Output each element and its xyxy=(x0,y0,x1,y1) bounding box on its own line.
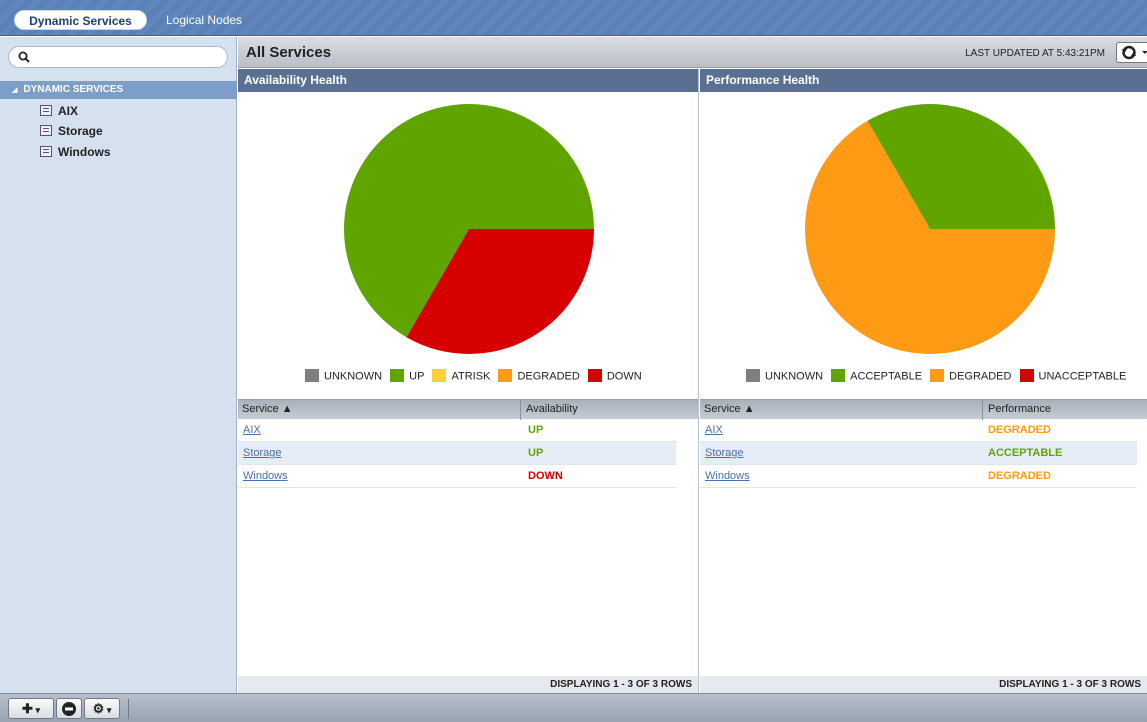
tree-root-dynamic-services[interactable]: ◢ DYNAMIC SERVICES xyxy=(0,81,237,99)
gear-icon: ⚙ xyxy=(92,701,105,716)
legend-label: DOWN xyxy=(606,370,642,383)
legend-label: UNACCEPTABLE xyxy=(1038,370,1127,383)
availability-pie-chart xyxy=(344,104,594,354)
service-link-storage[interactable]: Storage xyxy=(705,442,744,465)
refresh-icon xyxy=(1122,45,1147,60)
row-count-footer: DISPLAYING 1 - 3 OF 3 ROWS xyxy=(238,676,698,693)
table-row: Storage ACCEPTABLE xyxy=(700,442,1137,465)
table-header: Service ▲ Availability xyxy=(238,399,698,420)
availability-panel-title: Availability Health xyxy=(238,69,698,92)
service-link-aix[interactable]: AIX xyxy=(243,419,261,442)
service-link-windows[interactable]: Windows xyxy=(243,465,288,488)
legend-item-atrisk: ATRISK xyxy=(432,369,491,383)
legend-swatch xyxy=(498,369,513,382)
legend-swatch xyxy=(432,369,447,382)
remove-button[interactable] xyxy=(56,698,82,719)
legend-item-up: UP xyxy=(390,369,425,383)
legend-label: DEGRADED xyxy=(517,370,580,383)
availability-table: Service ▲ Availability AIX UP Storage UP… xyxy=(238,399,698,488)
sidebar-item-windows[interactable]: Windows xyxy=(40,143,111,161)
table-row: Storage UP xyxy=(238,442,676,465)
sidebar-item-aix[interactable]: AIX xyxy=(40,102,78,120)
status-value: DOWN xyxy=(528,470,563,482)
search-icon xyxy=(18,51,30,63)
performance-pie-chart xyxy=(805,103,1055,354)
search-input[interactable] xyxy=(8,46,228,68)
settings-button[interactable]: ⚙ ▾ xyxy=(84,698,120,719)
performance-panel-title: Performance Health xyxy=(700,69,1147,92)
row-count-footer: DISPLAYING 1 - 3 OF 3 ROWS xyxy=(700,676,1147,693)
service-icon xyxy=(40,125,52,137)
dropdown-arrow-icon: ▾ xyxy=(32,705,40,715)
tree-root-label: DYNAMIC SERVICES xyxy=(23,84,124,95)
bottom-toolbar: ✚ ▾ ⚙ ▾ xyxy=(0,693,1147,722)
service-link-storage[interactable]: Storage xyxy=(243,442,282,465)
main-header: All Services LAST UPDATED AT 5:43:21PM xyxy=(238,37,1147,68)
status-value: ACCEPTABLE xyxy=(988,447,1063,459)
status-value: UP xyxy=(528,447,544,459)
legend-item-degraded: DEGRADED xyxy=(498,369,580,383)
toolbar-divider xyxy=(128,699,129,719)
status-value: DEGRADED xyxy=(988,424,1051,436)
page-title: All Services xyxy=(246,44,332,61)
sidebar-item-label: Storage xyxy=(58,124,103,138)
legend-label: UNKNOWN xyxy=(765,370,824,383)
legend-label: ATRISK xyxy=(451,370,491,383)
service-link-windows[interactable]: Windows xyxy=(705,465,750,488)
legend-item-unacceptable: UNACCEPTABLE xyxy=(1019,369,1127,383)
last-updated-label: LAST UPDATED AT 5:43:21PM xyxy=(965,48,1105,59)
sidebar-item-storage[interactable]: Storage xyxy=(40,122,103,140)
minus-circle-icon xyxy=(62,702,76,716)
sidebar: ◢ DYNAMIC SERVICES AIX Storage Windows xyxy=(0,37,237,693)
table-row: Windows DOWN xyxy=(238,465,676,488)
legend-item-down: DOWN xyxy=(587,369,642,383)
column-header-service[interactable]: Service ▲ xyxy=(242,400,293,419)
availability-legend: UNKNOWN UP ATRISK DEGRADED DOWN xyxy=(305,369,647,384)
table-row: AIX DEGRADED xyxy=(700,419,1137,442)
service-link-aix[interactable]: AIX xyxy=(705,419,723,442)
legend-label: DEGRADED xyxy=(949,370,1012,383)
refresh-button[interactable] xyxy=(1116,42,1147,63)
legend-swatch xyxy=(305,369,319,382)
sidebar-item-label: Windows xyxy=(58,145,111,159)
tab-dynamic-services[interactable]: Dynamic Services xyxy=(14,10,147,30)
legend-swatch xyxy=(1019,369,1034,382)
add-button[interactable]: ✚ ▾ xyxy=(8,698,54,719)
performance-table: Service ▲ Performance AIX DEGRADED Stora… xyxy=(700,399,1147,488)
legend-item-acceptable: ACCEPTABLE xyxy=(831,369,923,383)
collapse-arrow-icon[interactable]: ◢ xyxy=(12,87,17,94)
sidebar-item-label: AIX xyxy=(58,104,79,118)
column-header-performance[interactable]: Performance xyxy=(982,400,1134,420)
service-icon xyxy=(40,105,52,117)
tab-logical-nodes[interactable]: Logical Nodes xyxy=(166,10,242,30)
legend-swatch xyxy=(831,369,846,382)
availability-panel: Availability Health UNKNOWN UP ATRISK DE… xyxy=(238,69,699,693)
legend-label: UNKNOWN xyxy=(324,370,383,383)
legend-swatch xyxy=(390,369,405,382)
legend-item-degraded: DEGRADED xyxy=(930,369,1012,383)
legend-swatch xyxy=(930,369,945,382)
plus-icon: ✚ xyxy=(22,701,33,716)
performance-panel: Performance Health UNKNOWN ACCEPTABLE DE… xyxy=(700,69,1147,693)
table-row: AIX UP xyxy=(238,419,676,442)
legend-label: ACCEPTABLE xyxy=(850,370,923,383)
legend-label: UP xyxy=(409,370,425,383)
legend-swatch xyxy=(587,369,602,382)
top-tab-bar: Dynamic Services Logical Nodes xyxy=(0,0,1147,36)
dropdown-arrow-icon: ▾ xyxy=(104,705,112,715)
column-header-service[interactable]: Service ▲ xyxy=(704,400,755,419)
table-header: Service ▲ Performance xyxy=(700,399,1147,420)
legend-item-unknown: UNKNOWN xyxy=(305,369,383,383)
status-value: DEGRADED xyxy=(988,470,1051,482)
service-icon xyxy=(40,146,52,158)
status-value: UP xyxy=(528,424,544,436)
legend-item-unknown: UNKNOWN xyxy=(746,369,824,383)
legend-swatch xyxy=(746,369,760,382)
column-header-availability[interactable]: Availability xyxy=(520,400,675,420)
table-row: Windows DEGRADED xyxy=(700,465,1137,488)
performance-legend: UNKNOWN ACCEPTABLE DEGRADED UNACCEPTABLE xyxy=(746,369,1131,384)
